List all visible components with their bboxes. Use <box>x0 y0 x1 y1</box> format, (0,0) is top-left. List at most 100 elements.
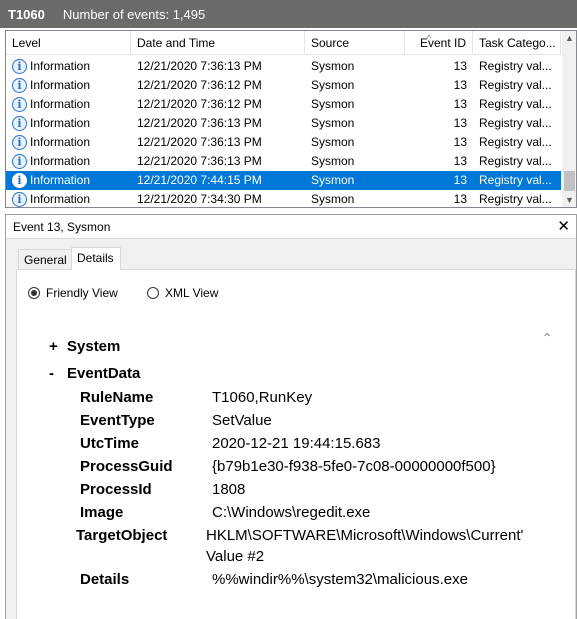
event-list-header: Level Date and Time Source ^ Event ID Ta… <box>6 31 561 55</box>
info-icon: i <box>12 154 27 169</box>
event-detail-title: Event 13, Sysmon <box>13 220 111 234</box>
cell-source: Sysmon <box>311 173 355 187</box>
field-value: 2020-12-21 19:44:15.683 <box>212 435 381 452</box>
cell-task: Registry val... <box>479 173 552 187</box>
info-icon: i <box>12 173 27 188</box>
eventdata-node-label: EventData <box>67 365 141 382</box>
friendly-view-radio[interactable]: Friendly View <box>28 285 118 301</box>
cell-level: Information <box>30 78 91 92</box>
field-name: Image <box>80 504 124 521</box>
field-name: EventType <box>80 412 155 429</box>
table-row[interactable]: i Information 12/21/2020 7:36:12 PM Sysmon 1… <box>6 76 561 95</box>
cell-source: Sysmon <box>311 78 355 92</box>
radio-selected-icon <box>28 287 40 299</box>
cell-level: Information <box>30 154 91 168</box>
info-icon: i <box>12 116 27 131</box>
scroll-up-arrow-icon[interactable]: ▲ <box>562 31 576 45</box>
event-list-scrollbar[interactable]: ▲ ▼ <box>562 31 576 207</box>
details-tab-panel: Friendly View XML View ⌃ + System - EventD… <box>16 269 576 619</box>
event-list[interactable]: Level Date and Time Source ^ Event ID Ta… <box>5 30 577 208</box>
scroll-down-arrow-icon[interactable]: ▼ <box>562 193 576 207</box>
cell-level: Information <box>30 97 91 111</box>
log-name: T1060 <box>8 6 45 22</box>
cell-task: Registry val... <box>479 154 552 168</box>
cell-task: Registry val... <box>479 59 552 73</box>
info-icon: i <box>12 97 27 112</box>
cell-datetime: 12/21/2020 7:34:30 PM <box>137 192 262 206</box>
info-icon: i <box>12 59 27 74</box>
cell-source: Sysmon <box>311 97 355 111</box>
event-detail-header: Event 13, Sysmon ✕ <box>6 215 576 239</box>
column-header-level[interactable]: Level <box>6 31 131 55</box>
column-header-event-id[interactable]: ^ Event ID <box>405 31 473 55</box>
cell-source: Sysmon <box>311 116 355 130</box>
chevron-up-icon[interactable]: ⌃ <box>541 330 553 347</box>
table-row[interactable]: i Information 12/21/2020 7:36:13 PM Sysmon 1… <box>6 152 561 171</box>
cell-event-id: 13 <box>453 154 467 168</box>
close-icon[interactable]: ✕ <box>557 215 570 239</box>
field-name: TargetObject <box>76 527 168 544</box>
cell-event-id: 13 <box>453 135 467 149</box>
field-name: ProcessId <box>80 481 152 498</box>
info-icon: i <box>12 135 27 150</box>
column-header-task-category[interactable]: Task Catego... <box>473 31 561 55</box>
scrollbar-thumb[interactable] <box>564 171 575 191</box>
cell-source: Sysmon <box>311 154 355 168</box>
field-value: 1808 <box>212 481 246 498</box>
field-value: C:\Windows\regedit.exe <box>212 504 371 521</box>
cell-task: Registry val... <box>479 116 552 130</box>
table-row[interactable]: i Information 12/21/2020 7:36:12 PM Sysmon 1… <box>6 95 561 114</box>
table-row[interactable]: i Information 12/21/2020 7:36:13 PM Sysmon 1… <box>6 133 561 152</box>
table-row[interactable]: i Information 12/21/2020 7:34:30 PM Sysmon 1… <box>6 190 561 207</box>
field-name: RuleName <box>80 389 154 406</box>
collapse-toggle[interactable]: - <box>49 365 67 382</box>
friendly-view-label: Friendly View <box>46 286 118 300</box>
system-node[interactable]: + System <box>49 338 120 355</box>
event-detail-pane: Event 13, Sysmon ✕ General Details Frien… <box>5 214 577 619</box>
field-value: HKLM\SOFTWARE\Microsoft\Windows\Current' <box>206 527 524 544</box>
field-value-continued: Value #2 <box>206 548 265 565</box>
tab-general[interactable]: General <box>18 249 72 269</box>
field-value: SetValue <box>212 412 272 429</box>
table-row-selected[interactable]: i Information 12/21/2020 7:44:15 PM Sysmon 1… <box>6 171 561 190</box>
log-title-bar: T1060 Number of events: 1,495 <box>0 0 577 28</box>
cell-task: Registry val... <box>479 78 552 92</box>
cell-source: Sysmon <box>311 135 355 149</box>
cell-task: Registry val... <box>479 135 552 149</box>
xml-view-radio[interactable]: XML View <box>147 285 218 301</box>
cell-level: Information <box>30 59 91 73</box>
cell-datetime: 12/21/2020 7:36:13 PM <box>137 154 262 168</box>
field-value: {b79b1e30-f938-5fe0-7c08-00000000f500} <box>212 458 496 475</box>
tab-details[interactable]: Details <box>71 247 121 270</box>
table-row[interactable]: i Information 12/21/2020 7:36:13 PM Sysmon 1… <box>6 114 561 133</box>
column-header-source[interactable]: Source <box>305 31 405 55</box>
cell-task: Registry val... <box>479 97 552 111</box>
expand-toggle[interactable]: + <box>49 338 67 355</box>
table-row[interactable]: i Information 12/21/2020 7:36:13 PM Sysmon 1… <box>6 57 561 76</box>
field-value: T1060,RunKey <box>212 389 313 406</box>
column-header-date[interactable]: Date and Time <box>131 31 305 55</box>
field-name: UtcTime <box>80 435 139 452</box>
field-name: Details <box>80 571 130 588</box>
eventdata-node[interactable]: - EventData <box>49 365 140 382</box>
event-count: Number of events: 1,495 <box>62 6 206 22</box>
cell-datetime: 12/21/2020 7:36:13 PM <box>137 135 262 149</box>
cell-event-id: 13 <box>453 173 467 187</box>
cell-event-id: 13 <box>453 97 467 111</box>
radio-unselected-icon <box>147 287 159 299</box>
cell-level: Information <box>30 135 91 149</box>
cell-level: Information <box>30 116 91 130</box>
cell-datetime: 12/21/2020 7:36:13 PM <box>137 59 262 73</box>
cell-level: Information <box>30 192 91 206</box>
friendly-view-content[interactable]: ⌃ + System - EventData RuleName T1060,RunK… <box>35 316 555 619</box>
sort-ascending-icon: ^ <box>427 33 432 43</box>
cell-event-id: 13 <box>453 78 467 92</box>
cell-event-id: 13 <box>453 192 467 206</box>
xml-view-label: XML View <box>165 286 219 300</box>
field-value: %%windir%%\system32\malicious.exe <box>212 571 468 588</box>
cell-datetime: 12/21/2020 7:36:12 PM <box>137 97 262 111</box>
cell-event-id: 13 <box>453 116 467 130</box>
cell-datetime: 12/21/2020 7:36:13 PM <box>137 116 262 130</box>
cell-event-id: 13 <box>453 59 467 73</box>
cell-source: Sysmon <box>311 59 355 73</box>
